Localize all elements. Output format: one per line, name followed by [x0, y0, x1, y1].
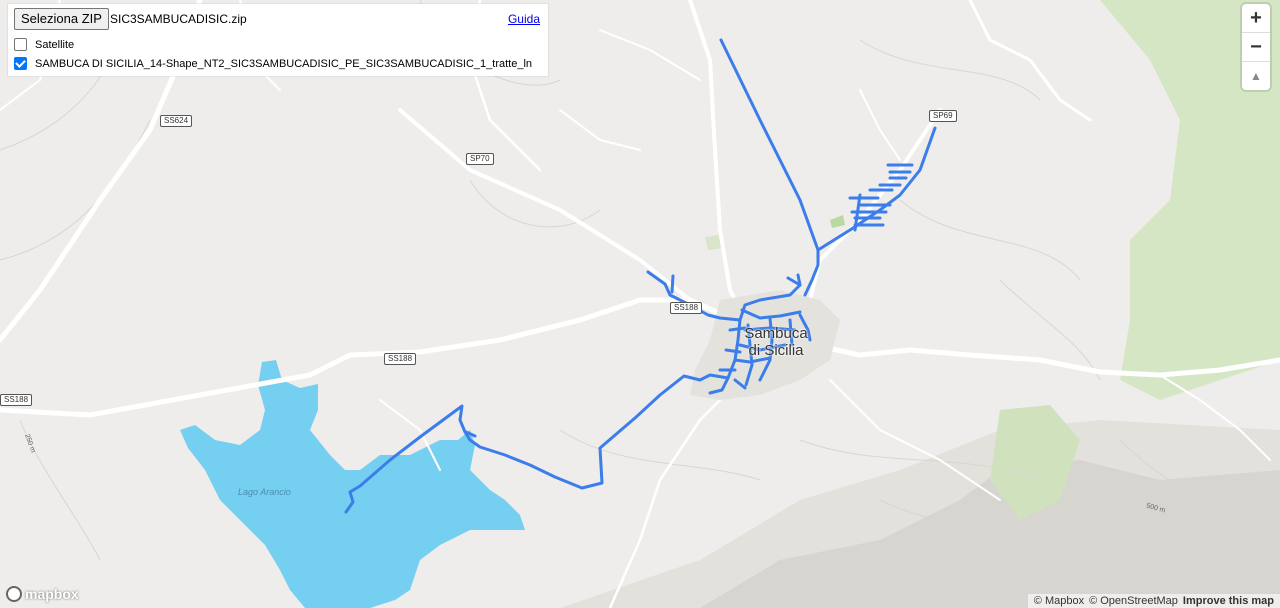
mapbox-logo[interactable]: mapbox — [6, 586, 79, 602]
road-badge-ss188-a: SS188 — [670, 302, 703, 314]
satellite-checkbox[interactable] — [14, 38, 27, 51]
layer-row-satellite[interactable]: Satellite — [14, 38, 74, 51]
zoom-controls: + − ▲ — [1242, 4, 1270, 90]
attribution-mapbox[interactable]: © Mapbox — [1034, 595, 1084, 607]
layer-panel: Seleziona ZIP SIC3SAMBUCADISIC.zip Guida… — [8, 4, 548, 76]
road-badge-ss188-c: SS188 — [0, 394, 33, 406]
road-badge-sp70: SP70 — [466, 153, 494, 165]
map-canvas[interactable]: SS624 SP70 SP69 SS188 SS188 SS188 Sambuc… — [0, 0, 1280, 608]
mapbox-logo-icon — [6, 586, 22, 602]
attribution-osm[interactable]: © OpenStreetMap — [1089, 595, 1178, 607]
select-zip-button[interactable]: Seleziona ZIP — [14, 8, 109, 30]
zoom-out-button[interactable]: − — [1242, 33, 1270, 62]
lake-arancio — [180, 360, 525, 608]
satellite-label: Satellite — [35, 38, 75, 51]
town-label-line1: Sambuca — [744, 325, 808, 342]
road-badge-ss188-b: SS188 — [384, 353, 417, 365]
guide-link[interactable]: Guida — [508, 12, 540, 26]
route-lines — [344, 38, 937, 514]
map-basemap — [0, 0, 1280, 608]
tratte-layer-checkbox[interactable] — [14, 57, 27, 70]
lake-label: Lago Arancio — [238, 487, 291, 497]
town-label-line2: di Sicilia — [748, 342, 804, 359]
tratte-layer-label: SAMBUCA DI SICILIA_14-Shape_NT2_SIC3SAMB… — [35, 57, 533, 70]
improve-map-link[interactable]: Improve this map — [1183, 595, 1274, 607]
compass-icon[interactable]: ▲ — [1242, 62, 1270, 90]
attribution-bar: © Mapbox © OpenStreetMap Improve this ma… — [1027, 594, 1280, 608]
mapbox-logo-text: mapbox — [25, 586, 79, 602]
park-patch — [830, 215, 845, 228]
zoom-in-button[interactable]: + — [1242, 4, 1270, 33]
selected-file-name: SIC3SAMBUCADISIC.zip — [110, 12, 247, 26]
road-badge-sp69: SP69 — [929, 110, 957, 122]
town-label: Sambuca di Sicilia — [736, 325, 816, 359]
layer-row-tratte[interactable]: SAMBUCA DI SICILIA_14-Shape_NT2_SIC3SAMB… — [14, 57, 532, 70]
road-badge-ss624: SS624 — [160, 115, 193, 127]
